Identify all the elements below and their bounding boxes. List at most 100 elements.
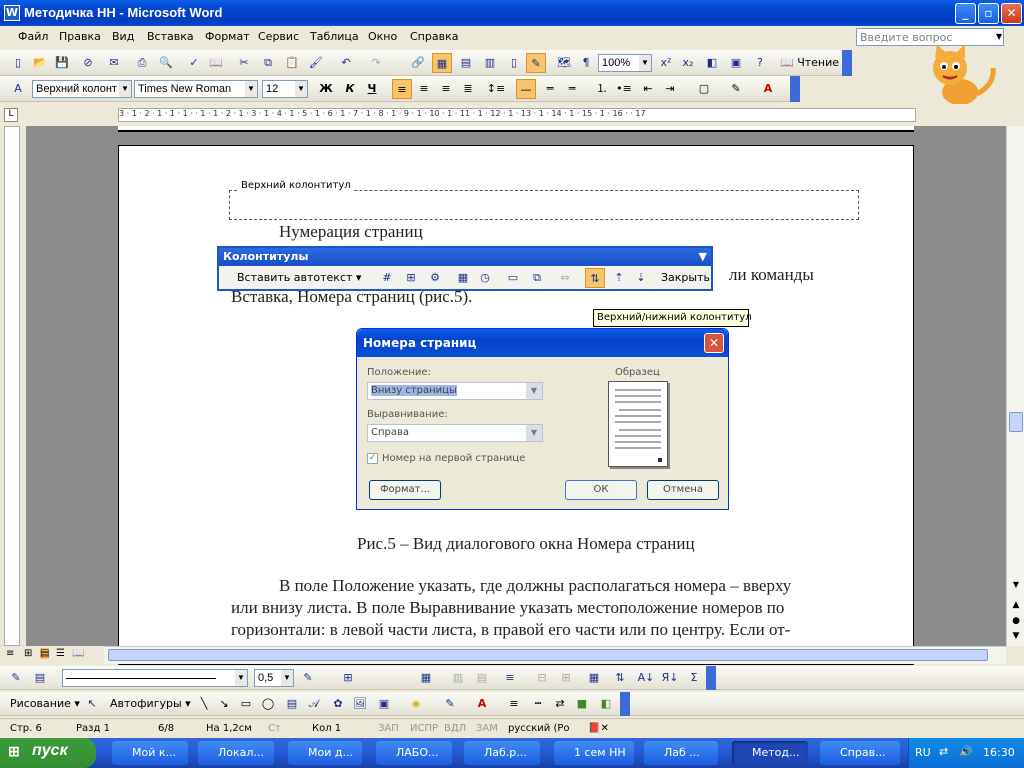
print-preview-icon[interactable]: 🔍 <box>156 53 176 73</box>
dash-style-icon[interactable]: ┅ <box>528 694 548 714</box>
start-button[interactable]: ⊞ пуск <box>0 738 96 768</box>
autoformat-table-icon[interactable]: ▦ <box>584 668 604 688</box>
format-button[interactable]: Формат... <box>369 480 441 500</box>
horizontal-scroll-thumb[interactable] <box>108 649 988 661</box>
textbox-icon[interactable]: ▤ <box>282 694 302 714</box>
show-next-icon[interactable]: ⇣ <box>631 268 651 288</box>
insert-excel-icon[interactable]: ▥ <box>480 53 500 73</box>
picture-icon[interactable]: ▣ <box>726 53 746 73</box>
insert-autotext-button[interactable]: Вставить автотекст ▾ <box>237 271 361 284</box>
double-line-icon[interactable]: ═ <box>562 79 582 99</box>
arrow-style-icon[interactable]: ⇄ <box>550 694 570 714</box>
edit-icon[interactable]: ✎ <box>6 668 26 688</box>
format-toolbar-options-icon[interactable] <box>790 76 800 102</box>
toolbar-options-icon[interactable] <box>842 50 852 76</box>
bold-icon[interactable]: Ж <box>316 79 336 99</box>
task-labo[interactable]: ЛАБО... <box>376 741 452 765</box>
insert-picture-icon[interactable]: ▣ <box>374 694 394 714</box>
web-view-icon[interactable]: ⊞ <box>24 648 32 659</box>
justify-icon[interactable]: ≣ <box>458 79 478 99</box>
highlight-icon[interactable]: ✎ <box>726 79 746 99</box>
split-cells-icon[interactable]: ▤ <box>472 668 492 688</box>
hyperlink-icon[interactable]: 🔗 <box>408 53 428 73</box>
equal-line-icon[interactable]: ═ <box>540 79 560 99</box>
align-left-icon[interactable]: ≡ <box>392 79 412 99</box>
line-width-select[interactable]: 0,5 ▼ <box>254 669 294 687</box>
prev-page-icon[interactable]: ▲ <box>1009 600 1023 614</box>
align-center-icon[interactable]: ≡ <box>414 79 434 99</box>
menu-insert[interactable]: Вставка <box>147 30 194 43</box>
bullets-icon[interactable]: •≡ <box>614 79 634 99</box>
permission-icon[interactable]: ⊘ <box>78 53 98 73</box>
borders-icon[interactable]: ▢ <box>694 79 714 99</box>
line-style-dropdown-icon[interactable]: ▼ <box>235 670 247 686</box>
email-icon[interactable]: ✉ <box>104 53 124 73</box>
drawing-toolbar-options-icon[interactable] <box>620 692 630 716</box>
draw-font-color-icon[interactable]: A <box>472 694 492 714</box>
next-page-icon[interactable]: ▼ <box>1009 631 1023 645</box>
browse-object-icon[interactable]: ● <box>1009 616 1023 630</box>
cut-icon[interactable]: ✂ <box>234 53 254 73</box>
help-icon[interactable]: ? <box>750 53 770 73</box>
spelling-status-icon[interactable]: 📕✕ <box>588 723 609 734</box>
task-metodichka[interactable]: Метод... <box>732 741 808 765</box>
task-help[interactable]: Справ... <box>820 741 900 765</box>
subscript-icon[interactable]: x₂ <box>678 53 698 73</box>
line-style-icon[interactable]: — <box>516 79 536 99</box>
document-map-icon[interactable]: 🗺 <box>554 53 574 73</box>
3d-icon[interactable]: ◧ <box>596 694 616 714</box>
show-previous-icon[interactable]: ⇡ <box>609 268 629 288</box>
alignment-select[interactable]: Справа ▼ <box>367 424 543 442</box>
menu-view[interactable]: Вид <box>112 30 134 43</box>
show-formatting-icon[interactable]: ¶ <box>576 53 596 73</box>
insert-page-number-icon[interactable]: # <box>377 268 397 288</box>
line-style-select[interactable]: ▼ <box>62 669 248 687</box>
increase-indent-icon[interactable]: ⇥ <box>660 79 680 99</box>
switch-header-footer-icon[interactable]: ⇅ <box>585 268 605 288</box>
minimize-button[interactable]: _ <box>955 3 976 24</box>
task-lab-r[interactable]: Лаб.р... <box>464 741 540 765</box>
autosum-icon[interactable]: Σ <box>684 668 704 688</box>
columns-icon[interactable]: ▯ <box>504 53 524 73</box>
scroll-down-icon[interactable]: ▼ <box>1009 580 1023 594</box>
drawing-menu[interactable]: Рисование ▾ <box>10 697 80 710</box>
font-select[interactable]: Times New Roman ▼ <box>134 80 258 98</box>
format-painter-icon[interactable]: 🖌 <box>306 53 326 73</box>
research-icon[interactable]: 📖 <box>206 53 226 73</box>
vertical-ruler[interactable] <box>4 126 20 646</box>
ok-button[interactable]: ОК <box>565 480 637 500</box>
menu-edit[interactable]: Правка <box>59 30 101 43</box>
format-page-number-icon[interactable]: ⚙ <box>425 268 445 288</box>
menu-help[interactable]: Справка <box>410 30 458 43</box>
underline-icon[interactable]: Ч <box>362 79 382 99</box>
page-setup-icon[interactable]: ▭ <box>503 268 523 288</box>
align-cells-icon[interactable]: ≡ <box>500 668 520 688</box>
drawing-toggle-icon[interactable]: ✎ <box>526 53 546 73</box>
status-trk[interactable]: ИСПР <box>410 723 438 734</box>
diagram-icon[interactable]: ✿ <box>328 694 348 714</box>
office-assistant-cat-icon[interactable] <box>915 44 1010 106</box>
insert-table-icon[interactable]: ▤ <box>456 53 476 73</box>
style-dropdown-icon[interactable]: ▼ <box>119 81 131 97</box>
new-document-icon[interactable]: ▯ <box>8 53 28 73</box>
save-icon[interactable]: 💾 <box>52 53 72 73</box>
size-dropdown-icon[interactable]: ▼ <box>295 81 307 97</box>
position-dropdown-icon[interactable]: ▼ <box>526 383 542 399</box>
reading-view-icon[interactable]: 📖 <box>72 648 84 659</box>
table-icon[interactable]: ▦ <box>416 668 436 688</box>
align-right-icon[interactable]: ≡ <box>436 79 456 99</box>
open-icon[interactable]: 📂 <box>30 53 50 73</box>
line-width-dropdown-icon[interactable]: ▼ <box>281 670 293 686</box>
volume-icon[interactable]: 🔊 <box>959 745 973 758</box>
clipart-icon[interactable]: 🖼 <box>350 694 370 714</box>
cancel-button[interactable]: Отмена <box>647 480 719 500</box>
show-hide-text-icon[interactable]: ⧉ <box>527 268 547 288</box>
style-select[interactable]: Верхний колонт ▼ <box>32 80 132 98</box>
decrease-indent-icon[interactable]: ⇤ <box>638 79 658 99</box>
vertical-scroll-thumb[interactable] <box>1009 412 1023 432</box>
undo-icon[interactable]: ↶ <box>336 53 356 73</box>
task-local-disk[interactable]: Локал... <box>198 741 274 765</box>
italic-icon[interactable]: К <box>340 79 360 99</box>
paste-icon[interactable]: 📋 <box>282 53 302 73</box>
alignment-dropdown-icon[interactable]: ▼ <box>526 425 542 441</box>
